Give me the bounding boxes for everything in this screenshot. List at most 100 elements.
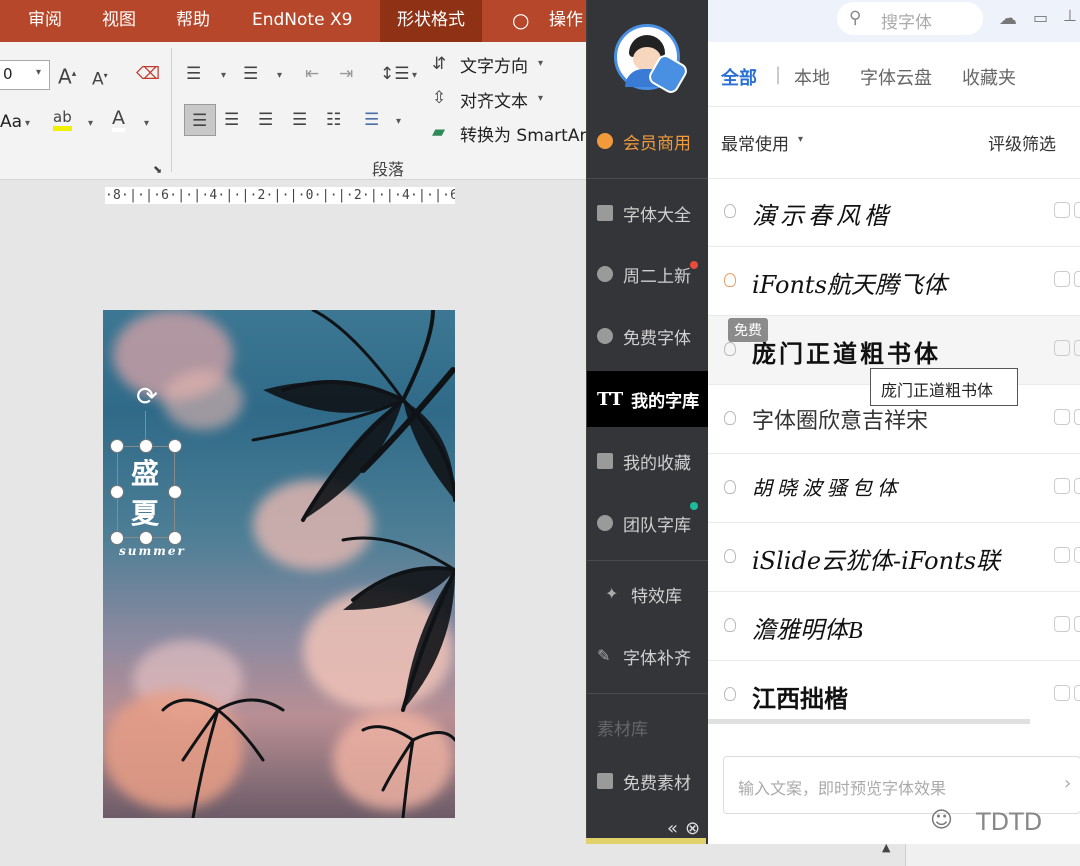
justify-icon[interactable]: ☰ — [292, 110, 307, 130]
chevron-right-icon[interactable]: › — [1064, 773, 1071, 794]
slide-title-char-1[interactable]: 盛 — [131, 452, 159, 492]
tab-shape-format[interactable]: 形状格式 — [380, 0, 482, 42]
sidebar-item-favorites[interactable]: 我的收藏 — [587, 433, 708, 489]
more-icon[interactable] — [1074, 202, 1080, 218]
text-direction-icon[interactable]: ⇵ — [432, 54, 446, 74]
font-list-item[interactable]: 演示春风楷 — [708, 178, 1080, 247]
font-size-combobox[interactable]: 0 ▾ — [0, 60, 50, 90]
message-icon[interactable]: ▭ — [1033, 8, 1048, 27]
favorite-star-icon[interactable] — [1054, 685, 1070, 701]
sidebar-item-font-fill[interactable]: ✎ 字体补齐 — [587, 628, 708, 684]
tab-endnote[interactable]: EndNote X9 — [252, 0, 352, 42]
search-input[interactable]: ⚲ 搜字体 — [837, 2, 983, 35]
align-right-icon[interactable]: ☰ — [258, 110, 273, 130]
more-icon[interactable] — [1074, 271, 1080, 287]
sidebar-item-all-fonts[interactable]: 字体大全 — [587, 185, 708, 241]
font-list-item[interactable]: iFonts航天腾飞体 — [708, 247, 1080, 316]
font-list-item[interactable]: 澹雅明体B — [708, 592, 1080, 661]
collapse-sidebar-icon[interactable]: « — [667, 818, 678, 839]
slide-title-char-2[interactable]: 夏 — [131, 492, 159, 532]
dialog-launcher-icon[interactable]: ⬊ — [153, 160, 162, 180]
chevron-down-icon[interactable]: ▾ — [396, 116, 401, 127]
cloud-upload-icon[interactable]: ☁ — [999, 8, 1017, 29]
resize-handle[interactable] — [110, 439, 124, 453]
numbering-icon[interactable]: ☰ — [243, 64, 258, 84]
shrink-font-icon[interactable]: A▾ — [92, 66, 108, 90]
tab-tell-me[interactable]: 操作 — [549, 0, 583, 42]
sidebar-item-tuesday-new[interactable]: 周二上新 — [587, 246, 708, 302]
filter-tab-favorites[interactable]: 收藏夹 — [962, 64, 1016, 90]
more-icon[interactable] — [1074, 616, 1080, 632]
more-icon[interactable] — [1074, 478, 1080, 494]
sidebar-item-materials[interactable]: 素材库 — [587, 699, 708, 755]
sidebar-item-free-fonts[interactable]: 免费字体 — [587, 308, 708, 364]
change-case-label[interactable]: Aa — [0, 112, 22, 132]
resize-handle[interactable] — [139, 439, 153, 453]
increase-indent-icon[interactable]: ⇥ — [339, 64, 353, 84]
line-spacing-icon[interactable]: ↕☰ — [380, 64, 409, 84]
filter-tab-cloud[interactable]: 字体云盘 — [860, 64, 932, 90]
preview-text-input[interactable]: 输入文案，即时预览字体效果 › — [723, 756, 1080, 814]
tab-view[interactable]: 视图 — [102, 0, 136, 42]
decrease-indent-icon[interactable]: ⇤ — [305, 64, 319, 84]
resize-handle[interactable] — [110, 531, 124, 545]
highlight-color-icon[interactable]: ab — [53, 108, 72, 131]
chevron-down-icon[interactable]: ▾ — [277, 70, 282, 81]
resize-handle[interactable] — [168, 439, 182, 453]
favorite-star-icon[interactable] — [1054, 409, 1070, 425]
more-icon[interactable] — [1074, 547, 1080, 563]
resize-handle[interactable] — [139, 531, 153, 545]
sidebar-item-my-library[interactable]: TT 我的字库 — [587, 371, 708, 427]
resize-handle[interactable] — [168, 485, 182, 499]
horizontal-ruler[interactable]: ·8·|·|·6·|·|·4·|·|·2·|·|·0·|·|·2·|·|·4·|… — [105, 187, 455, 204]
more-icon[interactable] — [1074, 685, 1080, 701]
chevron-down-icon[interactable]: ▾ — [221, 70, 226, 81]
tab-help[interactable]: 帮助 — [176, 0, 210, 42]
sidebar-item-member[interactable]: 会员商用 — [587, 113, 708, 169]
filter-tab-all[interactable]: 全部 — [721, 64, 757, 90]
sort-dropdown[interactable]: 最常使用 — [721, 130, 789, 155]
align-left-button[interactable]: ☰ — [184, 104, 216, 136]
text-direction-button[interactable]: 文字方向 — [460, 52, 528, 77]
chevron-down-icon[interactable]: ▾ — [144, 118, 149, 129]
lightbulb-icon[interactable]: ○ — [512, 0, 529, 42]
resize-handle[interactable] — [168, 531, 182, 545]
tab-review[interactable]: 审阅 — [28, 0, 62, 42]
align-text-icon[interactable]: ⇳ — [432, 88, 446, 108]
bullets-icon[interactable]: ☰ — [186, 64, 201, 84]
close-icon[interactable]: ⊗ — [685, 818, 700, 839]
favorite-star-icon[interactable] — [1054, 340, 1070, 356]
filter-tab-local[interactable]: 本地 — [794, 64, 830, 90]
font-color-icon[interactable]: A — [112, 108, 125, 132]
more-icon[interactable] — [1074, 340, 1080, 356]
grow-font-icon[interactable]: A▴ — [58, 64, 76, 87]
font-list-item[interactable]: 胡晓波骚包体 — [708, 454, 1080, 523]
align-center-icon[interactable]: ☰ — [224, 110, 239, 130]
chevron-down-icon[interactable]: ▾ — [798, 134, 803, 145]
sidebar-item-free-materials[interactable]: 免费素材 — [587, 753, 708, 809]
sidebar-item-effects[interactable]: ✦ 特效库 — [587, 566, 708, 622]
pin-icon[interactable]: ⊥ — [1063, 6, 1077, 25]
slide-subtitle[interactable]: summer — [119, 544, 186, 558]
favorite-star-icon[interactable] — [1054, 271, 1070, 287]
convert-smartart-button[interactable]: 转换为 SmartArt — [460, 121, 593, 146]
more-icon[interactable] — [1074, 409, 1080, 425]
chevron-down-icon[interactable]: ▾ — [538, 58, 543, 69]
chevron-down-icon[interactable]: ▾ — [25, 118, 30, 129]
smartart-icon[interactable]: ▰ — [432, 122, 445, 142]
chevron-down-icon[interactable]: ▾ — [538, 93, 543, 104]
favorite-star-icon[interactable] — [1054, 547, 1070, 563]
chevron-down-icon[interactable]: ▾ — [88, 118, 93, 129]
clear-format-icon[interactable]: ⌫ — [136, 64, 160, 84]
distributed-icon[interactable]: ☷ — [326, 110, 341, 130]
favorite-star-icon[interactable] — [1054, 616, 1070, 632]
columns-icon[interactable]: ☰ — [364, 110, 379, 130]
scroll-up-icon[interactable]: ▲ — [882, 841, 890, 854]
font-list-item[interactable]: iSlide云犹体-iFonts联 — [708, 523, 1080, 592]
favorite-star-icon[interactable] — [1054, 202, 1070, 218]
rating-filter-button[interactable]: 评级筛选 — [988, 130, 1056, 155]
chevron-down-icon[interactable]: ▾ — [412, 70, 417, 81]
align-text-button[interactable]: 对齐文本 — [460, 87, 528, 112]
rotate-handle-icon[interactable]: ⟳ — [133, 383, 161, 411]
resize-handle[interactable] — [110, 485, 124, 499]
